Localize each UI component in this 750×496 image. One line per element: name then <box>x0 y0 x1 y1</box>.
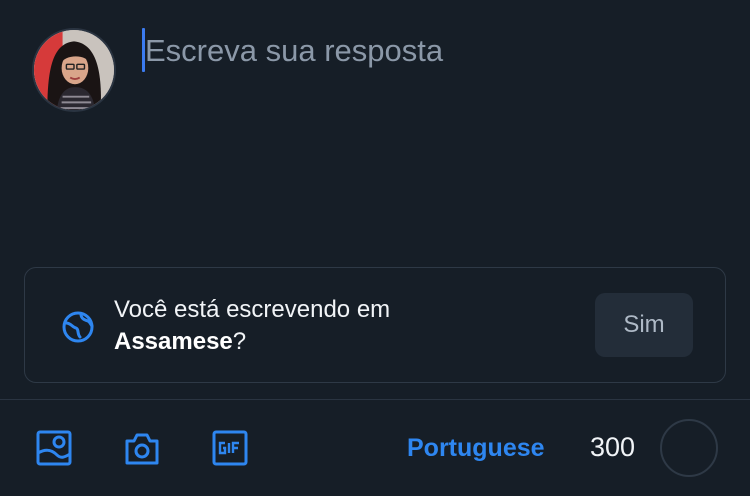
gif-icon[interactable] <box>208 426 252 470</box>
language-selector[interactable]: Portuguese <box>407 431 545 465</box>
character-progress-ring <box>660 419 718 477</box>
globe-icon <box>62 311 94 343</box>
detected-language: Assamese <box>114 328 233 355</box>
image-icon[interactable] <box>32 426 76 470</box>
language-suggestion-card: Você está escrevendo em Assamese? Sim <box>24 267 726 383</box>
language-suggestion-prefix: Você está escrevendo em <box>114 296 391 323</box>
reply-composer: Escreva sua resposta Você está escrevend… <box>0 0 750 496</box>
avatar-image <box>34 30 114 110</box>
camera-icon[interactable] <box>120 426 164 470</box>
language-suggestion-suffix: ? <box>232 328 247 355</box>
avatar[interactable] <box>32 28 116 112</box>
confirm-language-button[interactable]: Sim <box>595 293 693 357</box>
character-count: 300 <box>590 432 636 462</box>
reply-input[interactable]: Escreva sua resposta <box>142 28 712 74</box>
language-suggestion-text: Você está escrevendo em Assamese? <box>114 294 390 358</box>
toolbar-divider <box>0 399 750 400</box>
reply-input-placeholder: Escreva sua resposta <box>145 33 444 68</box>
